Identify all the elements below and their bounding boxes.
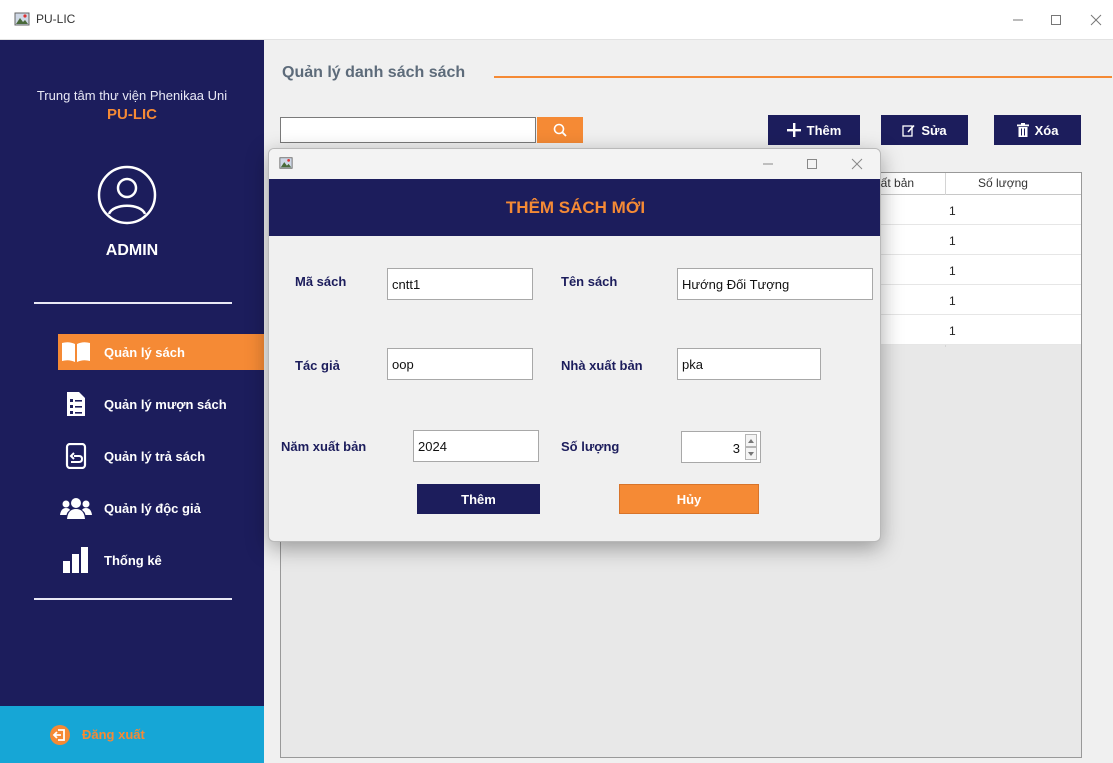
sidebar-item-borrow[interactable]: Quản lý mượn sách <box>58 386 264 422</box>
dialog-header: THÊM SÁCH MỚI <box>269 179 880 236</box>
column-header-quantity[interactable]: Số lượng <box>978 176 1028 190</box>
sidebar-item-readers[interactable]: Quản lý độc giả <box>58 490 264 526</box>
dialog-add-label: Thêm <box>461 491 496 507</box>
logout-label: Đăng xuất <box>82 727 145 742</box>
sidebar-divider-bottom <box>34 598 232 600</box>
checklist-icon <box>60 390 92 418</box>
brand-name: PU-LIC <box>107 106 157 123</box>
search-button[interactable] <box>537 117 583 143</box>
sidebar-item-label: Quản lý mượn sách <box>104 396 227 412</box>
window-title: PU-LIC <box>36 12 76 26</box>
dialog-title: THÊM SÁCH MỚI <box>505 197 646 217</box>
book-name-field[interactable] <box>677 268 873 300</box>
sidebar-item-books[interactable]: Quản lý sách <box>58 334 264 370</box>
maximize-button[interactable] <box>1036 6 1076 34</box>
caret-up-icon <box>748 438 754 443</box>
delete-label: Xóa <box>1034 122 1059 138</box>
year-field[interactable] <box>413 430 539 462</box>
quantity-stepper[interactable]: 3 <box>681 431 761 463</box>
book-name-label: Tên sách <box>561 274 618 289</box>
book-icon <box>60 338 92 366</box>
close-button[interactable] <box>1076 6 1113 34</box>
return-book-icon <box>60 442 92 470</box>
publisher-field[interactable] <box>677 348 821 380</box>
close-icon <box>1090 14 1102 26</box>
sidebar-item-label: Quản lý sách <box>104 344 185 360</box>
sidebar-item-label: Thống kê <box>104 552 162 568</box>
year-label: Năm xuất bản <box>281 439 367 454</box>
user-role: ADMIN <box>105 242 159 259</box>
title-underline <box>494 76 1112 78</box>
close-icon <box>851 158 863 170</box>
book-id-field[interactable] <box>387 268 533 300</box>
window-titlebar: PU-LIC <box>0 0 1113 40</box>
edit-icon <box>902 124 915 137</box>
sidebar-item-stats[interactable]: Thống kê <box>58 542 264 578</box>
sidebar-item-label: Quản lý độc giả <box>104 500 201 516</box>
qty-cell: 1 <box>949 264 956 278</box>
page-title: Quản lý danh sách sách <box>282 64 466 81</box>
sidebar: Trung tâm thư viện Phenikaa Uni PU-LIC A… <box>0 40 264 763</box>
qty-cell: 1 <box>949 324 956 338</box>
bar-chart-icon <box>60 546 92 574</box>
maximize-icon <box>1051 15 1061 25</box>
logout-icon <box>50 724 70 745</box>
dialog-close-button[interactable] <box>839 151 875 177</box>
sidebar-item-label: Quản lý trả sách <box>104 448 206 464</box>
add-label: Thêm <box>806 122 842 138</box>
trash-icon <box>1016 123 1029 137</box>
caret-down-icon <box>748 451 754 456</box>
delete-book-button[interactable]: Xóa <box>994 115 1081 145</box>
dialog-cancel-label: Hủy <box>676 491 702 507</box>
decrement-button[interactable] <box>745 447 757 460</box>
minimize-button[interactable] <box>998 6 1038 34</box>
dialog-add-button[interactable]: Thêm <box>417 484 540 514</box>
dialog-cancel-button[interactable]: Hủy <box>619 484 759 514</box>
qty-cell: 1 <box>949 204 956 218</box>
search-icon <box>553 123 567 137</box>
publisher-label: Nhà xuất bản <box>561 358 643 373</box>
minimize-icon <box>763 163 773 165</box>
book-id-label: Mã sách <box>295 274 347 289</box>
edit-label: Sửa <box>921 122 947 138</box>
plus-icon <box>786 123 801 137</box>
app-icon <box>14 12 30 26</box>
minimize-icon <box>1013 19 1023 21</box>
author-label: Tác giả <box>295 358 340 373</box>
quantity-label: Số lượng <box>561 439 620 454</box>
qty-cell: 1 <box>949 234 956 248</box>
search-input[interactable] <box>280 117 536 143</box>
edit-book-button[interactable]: Sửa <box>881 115 968 145</box>
user-avatar-icon <box>97 165 157 225</box>
users-icon <box>60 494 92 522</box>
sidebar-item-return[interactable]: Quản lý trả sách <box>58 438 264 474</box>
add-book-dialog: THÊM SÁCH MỚI Mã sách Tên sách Tác giả N… <box>268 148 881 542</box>
maximize-icon <box>807 159 817 169</box>
author-field[interactable] <box>387 348 533 380</box>
add-book-button[interactable]: Thêm <box>768 115 860 145</box>
dialog-app-icon <box>279 157 293 169</box>
dialog-titlebar <box>269 149 880 179</box>
quantity-value: 3 <box>732 441 740 456</box>
dialog-minimize-button[interactable] <box>750 151 786 177</box>
qty-cell: 1 <box>949 294 956 308</box>
increment-button[interactable] <box>745 434 757 447</box>
dialog-maximize-button[interactable] <box>794 151 830 177</box>
sidebar-divider-top <box>34 302 232 304</box>
library-center-name: Trung tâm thư viện Phenikaa Uni <box>36 88 228 103</box>
logout-button[interactable]: Đăng xuất <box>0 706 264 763</box>
